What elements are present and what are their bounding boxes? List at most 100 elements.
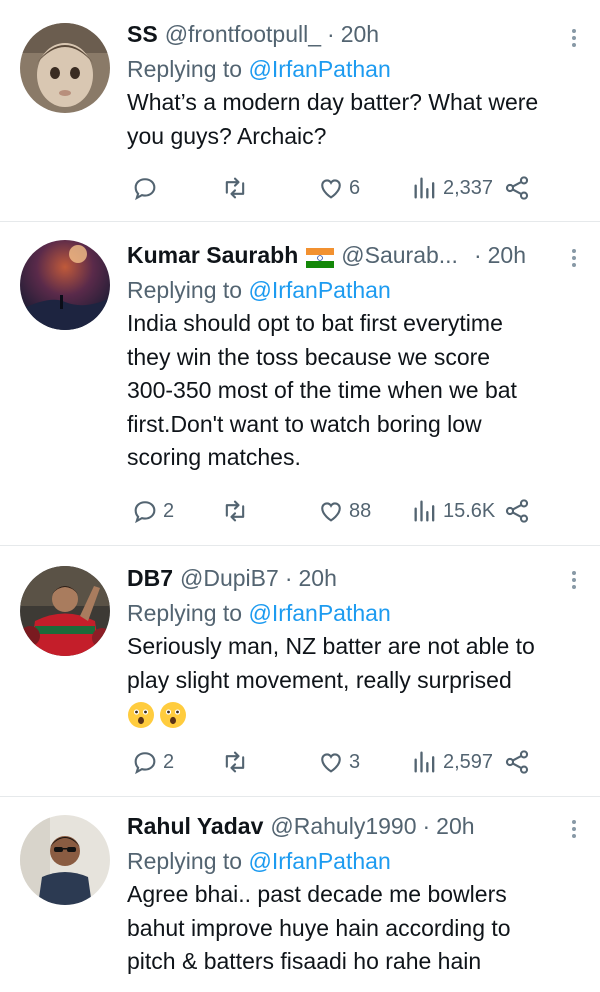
tweet[interactable]: SS @frontfootpull_ · 20h Replying to @Ir… (0, 0, 600, 222)
display-name[interactable]: Rahul Yadav (127, 811, 263, 841)
views-count: 2,597 (443, 750, 494, 773)
emoji-row (127, 697, 582, 731)
tweet-text-line: Seriously man, NZ batter are not able to (127, 633, 535, 659)
tweet[interactable]: DB7 @DupiB7 · 20h Replying to @IrfanPath… (0, 546, 600, 797)
astonished-face-emoji (160, 701, 186, 728)
more-icon[interactable] (572, 26, 578, 50)
retweet-button[interactable] (221, 748, 253, 776)
more-icon[interactable] (572, 568, 578, 592)
timestamp[interactable]: 20h (298, 563, 336, 593)
replying-to-label: Replying to (127, 56, 243, 82)
views-icon (414, 751, 435, 773)
views-button[interactable]: 2,337 (411, 174, 493, 202)
avatar[interactable] (20, 815, 110, 905)
tweet-actions: 2 88 15.6K (127, 496, 580, 526)
india-flag-icon (306, 245, 335, 268)
tweet-actions: 2 3 2,597 (127, 747, 580, 777)
replying-to: Replying to @IrfanPathan (127, 52, 582, 86)
views-count: 2,337 (443, 176, 494, 199)
user-handle[interactable]: @frontfootpull_ (165, 19, 321, 49)
views-count: 15.6K (443, 499, 496, 522)
avatar-image (20, 566, 110, 656)
tweet-header: SS @frontfootpull_ · 20h (127, 19, 582, 49)
like-count: 3 (349, 750, 361, 773)
retweet-button[interactable] (221, 497, 253, 525)
reply-icon (134, 178, 156, 201)
avatar-image (20, 23, 110, 113)
like-count: 88 (349, 499, 372, 522)
user-handle[interactable]: @DupiB7 (180, 563, 279, 593)
tweet-text: India should opt to bat first everytime … (127, 307, 582, 475)
astonished-face-emoji (128, 701, 154, 728)
replying-to: Replying to @IrfanPathan (127, 844, 582, 878)
display-name[interactable]: SS (127, 19, 158, 49)
share-icon (505, 499, 529, 523)
heart-icon (321, 753, 341, 773)
tweet-text-line: play slight movement, really surprised (127, 666, 512, 693)
reply-count: 2 (163, 750, 175, 773)
like-button[interactable]: 6 (317, 174, 360, 202)
avatar[interactable] (20, 240, 110, 330)
avatar[interactable] (20, 23, 110, 113)
replying-to-link[interactable]: @IrfanPathan (248, 277, 390, 303)
reply-button[interactable]: 2 (131, 748, 174, 776)
tweet-text-line: Agree bhai.. past decade me bowlers (127, 881, 507, 907)
tweet-text: Agree bhai.. past decade me bowlers bahu… (127, 878, 582, 979)
tweet-text-line: India should opt to bat first everytime (127, 310, 503, 336)
display-name[interactable]: Kumar Saurabh (127, 240, 298, 270)
tweet-text-line: you guys? Archaic? (127, 122, 327, 149)
reply-button[interactable]: 2 (131, 497, 174, 525)
replying-to-label: Replying to (127, 277, 243, 303)
share-button[interactable] (503, 497, 531, 525)
more-icon[interactable] (572, 817, 578, 841)
timestamp[interactable]: 20h (488, 240, 526, 270)
replying-to-link[interactable]: @IrfanPathan (248, 848, 390, 874)
separator: · (284, 565, 293, 591)
separator: · (473, 242, 482, 268)
retweet-button[interactable] (221, 174, 253, 202)
share-button[interactable] (503, 748, 531, 776)
separator: · (327, 21, 335, 47)
views-button[interactable]: 2,597 (411, 748, 493, 776)
tweet-actions: 6 2,337 (127, 173, 580, 203)
like-button[interactable]: 88 (317, 497, 371, 525)
tweet-header: Kumar Saurabh @Saurab... · 20h (127, 240, 582, 270)
tweet-text: What’s a modern day batter? What were yo… (127, 86, 582, 153)
replying-to-label: Replying to (127, 600, 243, 626)
tweet-text: Seriously man, NZ batter are not able to… (127, 630, 582, 731)
reply-icon (134, 501, 156, 524)
tweet-text-line: bahut improve huye hain according to (127, 914, 511, 941)
views-icon (414, 177, 435, 199)
like-count: 6 (349, 176, 361, 199)
replying-to-link[interactable]: @IrfanPathan (248, 56, 390, 82)
views-button[interactable]: 15.6K (411, 497, 495, 525)
tweet-header: Rahul Yadav @Rahuly1990 · 20h (127, 811, 582, 841)
tweet-header: DB7 @DupiB7 · 20h (127, 563, 582, 593)
tweet[interactable]: Rahul Yadav @Rahuly1990 · 20h Replying t… (0, 797, 600, 992)
replying-to-link[interactable]: @IrfanPathan (248, 600, 390, 626)
avatar-image (20, 815, 110, 905)
tweet[interactable]: Kumar Saurabh @Saurab... · 20h Replying … (0, 222, 600, 546)
tweet-text-line: they win the toss because we score (127, 343, 491, 370)
more-icon[interactable] (572, 246, 578, 270)
share-icon (505, 176, 529, 200)
like-button[interactable]: 3 (317, 748, 360, 776)
avatar-image (20, 240, 110, 330)
tweet-text-line: scoring matches. (127, 444, 301, 470)
user-handle[interactable]: @Saurab... (341, 240, 458, 270)
reply-icon (134, 752, 156, 775)
user-handle[interactable]: @Rahuly1990 (270, 811, 416, 841)
reply-button[interactable] (131, 174, 163, 202)
display-name[interactable]: DB7 (127, 563, 173, 593)
share-icon (505, 750, 529, 774)
views-icon (414, 500, 435, 522)
tweet-text-line: pitch & batters fisaadi ho rahe hain (127, 948, 482, 974)
timestamp[interactable]: 20h (341, 19, 379, 49)
share-button[interactable] (503, 174, 531, 202)
heart-icon (321, 179, 341, 199)
timestamp[interactable]: 20h (436, 811, 474, 841)
heart-icon (321, 502, 341, 522)
tweet-text-line: first.Don't want to watch boring low (127, 410, 482, 437)
separator: · (422, 813, 431, 839)
avatar[interactable] (20, 566, 110, 656)
